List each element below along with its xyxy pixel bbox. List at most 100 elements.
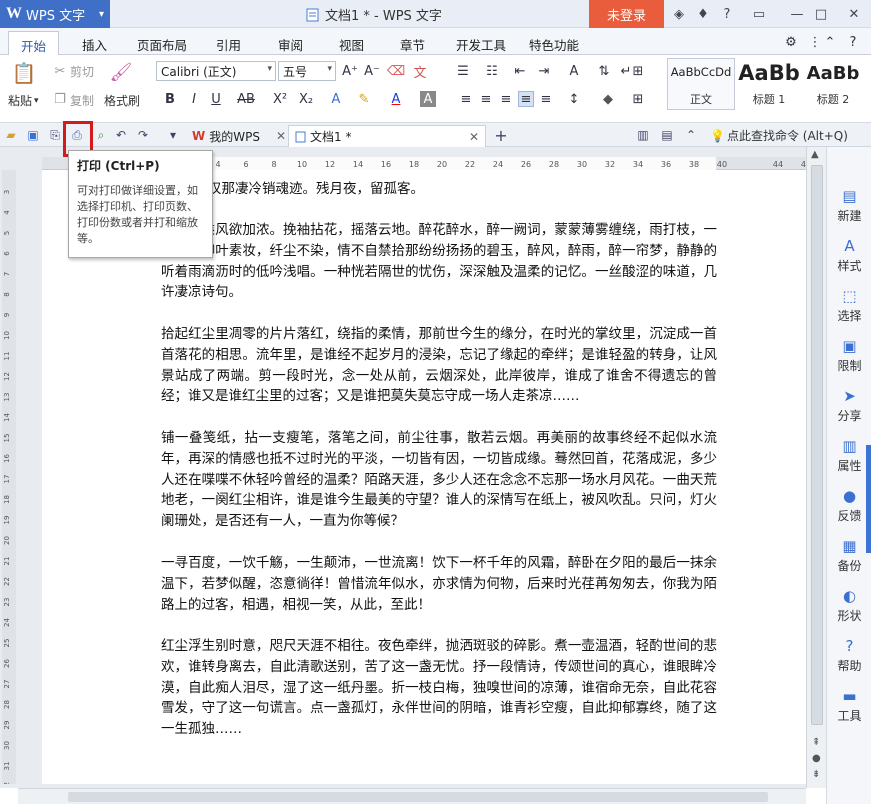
paragraph[interactable]: 红尘浮生别时意，咫尺天涯不相往。夜色牵绊，抛洒斑驳的碎影。煮一壶温酒，轻酌世间的…	[161, 636, 717, 740]
paste-icon[interactable]: 📋	[12, 61, 37, 85]
phonetic-icon[interactable]: 文	[412, 63, 428, 81]
cut-button[interactable]: 剪切	[70, 63, 94, 80]
shirt-icon[interactable]: ♦	[694, 5, 712, 23]
font-color-icon[interactable]: A	[388, 91, 404, 107]
app-menu-button[interactable]: W WPS 文字 ▾	[0, 0, 110, 28]
align-left-icon[interactable]: ≡	[458, 91, 474, 107]
export-pdf-icon[interactable]: ⎘	[46, 126, 64, 144]
font-select[interactable]: Calibri (正文) ▾	[156, 61, 276, 81]
tab-my-wps[interactable]: W 我的WPS ✕	[186, 125, 292, 147]
scroll-up-icon[interactable]: ▲	[811, 149, 819, 160]
tab-review[interactable]: 审阅	[278, 35, 303, 54]
tab-document-1[interactable]: 文档1 * ✕	[288, 125, 486, 147]
print-preview-icon[interactable]: ⌕	[92, 126, 110, 144]
close-tab-icon[interactable]: ✕	[276, 129, 286, 143]
tab-developer[interactable]: 开发工具	[456, 35, 506, 54]
style-heading-2[interactable]: AaBb 标题 2	[803, 58, 863, 110]
new-tab-button[interactable]: +	[492, 126, 510, 145]
scroll-thumb[interactable]	[811, 165, 823, 725]
increase-indent-icon[interactable]: ⇥	[536, 63, 552, 79]
tab-view[interactable]: 视图	[339, 35, 364, 54]
scroll-thumb[interactable]	[68, 792, 768, 802]
customize-qa-icon[interactable]: ▾	[164, 126, 182, 144]
char-shading-icon[interactable]: A	[420, 91, 436, 107]
chinese-layout-icon[interactable]: A	[566, 63, 582, 79]
format-painter-icon[interactable]: 🖌	[110, 61, 133, 83]
panel-tools[interactable]: ▬ 工具	[827, 687, 871, 724]
paste-button[interactable]: 粘贴 ▾	[8, 92, 39, 109]
chevron-up-icon[interactable]: ⌃	[822, 34, 838, 50]
paragraph[interactable]: 拾起红尘里凋零的片片落红，绕指的柔情，那前世今生的缘分，在时光的掌纹里，沉淀成一…	[161, 324, 717, 407]
help-small-icon[interactable]: ?	[845, 34, 861, 50]
layout-icon[interactable]: ▥	[634, 126, 652, 144]
subscript-icon[interactable]: X₂	[298, 91, 314, 107]
line-spacing-icon[interactable]: ↕	[566, 91, 582, 107]
distribute-icon[interactable]: ≡	[538, 91, 554, 107]
panel-help[interactable]: ? 帮助	[827, 637, 871, 674]
grow-font-icon[interactable]: A⁺	[342, 63, 358, 79]
login-button[interactable]: 未登录	[589, 0, 664, 28]
tab-references[interactable]: 引用	[216, 35, 241, 54]
border-icon[interactable]: ⊞	[630, 91, 646, 107]
align-right-icon[interactable]: ≡	[498, 91, 514, 107]
shading-icon[interactable]: ◆	[600, 91, 616, 107]
panel-new[interactable]: ▤ 新建	[827, 187, 871, 224]
restore-icon[interactable]: □	[812, 5, 830, 23]
save-icon[interactable]: ▣	[24, 126, 42, 144]
panel-properties[interactable]: ▥ 属性	[827, 437, 871, 474]
open-icon[interactable]: ▰	[2, 126, 20, 144]
panel-select[interactable]: ⬚ 选择	[827, 287, 871, 324]
copy-button[interactable]: 复制	[70, 92, 94, 109]
vertical-scrollbar[interactable]: ▲ ⇞ ● ⇟	[806, 147, 826, 788]
paragraph[interactable]: 叹那凄冷销魂迹。残月夜，留孤客。	[161, 179, 717, 200]
font-size-select[interactable]: 五号 ▾	[278, 61, 336, 81]
cut-icon[interactable]: ✂	[52, 63, 68, 79]
tab-home[interactable]: 开始	[8, 31, 60, 55]
strikethrough-icon[interactable]: AB	[237, 91, 255, 107]
highlight-icon[interactable]: ✎	[356, 91, 372, 107]
command-search[interactable]: 💡 点此查找命令 (Alt+Q)	[710, 127, 848, 144]
panel-style[interactable]: A 样式	[827, 237, 871, 274]
next-page-icon[interactable]: ⇟	[812, 769, 820, 780]
panel-shape[interactable]: ◐ 形状	[827, 587, 871, 624]
underline-icon[interactable]: U	[208, 91, 224, 107]
redo-icon[interactable]: ↷	[134, 126, 152, 144]
select-browse-icon[interactable]: ●	[812, 753, 821, 764]
bullet-list-icon[interactable]: ☰	[455, 63, 471, 79]
clear-format-icon[interactable]: ⌫	[387, 63, 405, 79]
panel-share[interactable]: ➤ 分享	[827, 387, 871, 424]
panel-toggle-tab[interactable]	[866, 445, 871, 553]
skin-icon[interactable]: ◈	[670, 5, 688, 23]
superscript-icon[interactable]: X²	[272, 91, 288, 107]
numbered-list-icon[interactable]: ☷	[484, 63, 500, 79]
paragraph[interactable]: 一寻百度，一饮千觞，一生颠沛，一世流离！饮下一杯千年的风霜，醉卧在夕阳的最后一抹…	[161, 553, 717, 615]
style-normal[interactable]: AaBbCcDd 正文	[667, 58, 735, 110]
panel-feedback[interactable]: ● 反馈	[827, 487, 871, 524]
style-heading-1[interactable]: AaBb 标题 1	[737, 58, 801, 110]
tab-chapter[interactable]: 章节	[400, 35, 425, 54]
fullscreen-icon[interactable]: ▭	[750, 5, 768, 23]
italic-icon[interactable]: I	[186, 91, 202, 107]
undo-icon[interactable]: ↶	[112, 126, 130, 144]
text-effect-icon[interactable]: A	[328, 91, 344, 107]
sort-icon[interactable]: ⇅	[596, 63, 612, 79]
vertical-ruler[interactable]: 3 4 5 6 7 8 9 10 11 12 13 14 15 16 17 18 19 20 21 22 23 24 25 2…	[2, 170, 16, 784]
align-center-icon[interactable]: ≡	[478, 91, 494, 107]
table-grid-icon[interactable]: ⊞	[630, 63, 646, 79]
decrease-indent-icon[interactable]: ⇤	[512, 63, 528, 79]
prev-page-icon[interactable]: ⇞	[812, 737, 820, 748]
tab-insert[interactable]: 插入	[82, 35, 107, 54]
shrink-font-icon[interactable]: A⁻	[364, 63, 380, 79]
collapse-icon[interactable]: ⌃	[682, 126, 700, 144]
tab-features[interactable]: 特色功能	[529, 35, 579, 54]
settings-icon[interactable]: ⚙	[783, 34, 799, 50]
minimize-window-icon[interactable]: —	[788, 5, 806, 23]
options-icon[interactable]: ⋮	[807, 34, 823, 50]
paragraph[interactable]: 铺一叠笺纸，拈一支瘦笔，落笔之间，前尘往事，散若云烟。再美丽的故事终经不起似水流…	[161, 428, 717, 532]
format-painter-button[interactable]: 格式刷	[104, 92, 140, 109]
paragraph[interactable]: 轻愁，乘风欲加浓。挽袖拈花，摇落云地。醉花醉水，醉一阙词，蒙蒙薄雾缠绕，雨打枝，…	[161, 220, 717, 303]
panel-backup[interactable]: ▦ 备份	[827, 537, 871, 574]
horizontal-scrollbar[interactable]	[18, 788, 806, 804]
help-icon[interactable]: ?	[718, 5, 736, 23]
justify-icon[interactable]: ≡	[518, 91, 534, 107]
